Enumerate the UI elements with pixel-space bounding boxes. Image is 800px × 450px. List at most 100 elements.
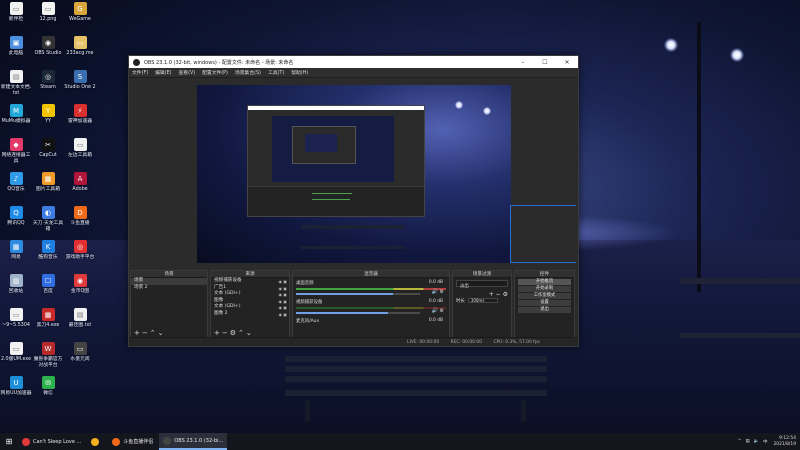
source-item[interactable]: 图像 2 ◉ ▣ [211,311,289,318]
desktop-icon[interactable]: ◉ 金币Q图 [64,274,96,295]
desktop-icon[interactable]: M MuMu模拟器 [0,104,32,125]
eye-lock-icon[interactable]: ◉ ▣ [278,312,287,319]
menu-scene-collection[interactable]: 场景集合(S) [235,69,261,76]
tray-expand-icon[interactable]: ^ [738,439,742,444]
add-icon[interactable]: + [214,329,222,337]
desktop-icon[interactable]: ✂ CapCut [32,138,64,159]
up-icon[interactable]: ⌃ [238,329,246,337]
volume-slider[interactable] [296,312,420,314]
menu-file[interactable]: 文件(F) [132,69,148,76]
obs-window[interactable]: OBS 23.1.0 (32-bit, windows) - 配置文件: 未命名… [128,55,579,347]
desktop-icon[interactable]: ▣ 此电脑 [0,36,32,57]
scene-item[interactable]: 场景 2 [131,285,207,292]
obs-preview-canvas[interactable] [197,85,511,263]
desktop-icon[interactable]: ▦ 网易 [0,240,32,261]
desktop-icon[interactable]: ◉ OBS Studio [32,36,64,57]
desktop-icon[interactable]: S Studio One 2 [64,70,96,91]
down-icon[interactable]: ⌄ [158,329,166,337]
menu-profile[interactable]: 配置文件(P) [202,69,228,76]
desktop-icon[interactable]: ◎ 游戏助手平台 [64,240,96,261]
desktop-icon[interactable]: U 网易UU加速器 [0,376,32,397]
desktop-icon[interactable]: ▤ 最佳图.txt [64,308,96,329]
volume-icon[interactable]: 🔈 [754,439,759,444]
status-bar: LIVE: 00:00:00 REC: 00:00:00 CPU: 0.3%, … [129,337,578,346]
app-icon: ♪ [9,172,23,185]
taskbar-app[interactable] [87,433,106,450]
menu-tools[interactable]: 工具(T) [268,69,284,76]
menu-view[interactable]: 查看(V) [178,69,195,76]
settings-button[interactable]: 设置 [518,300,571,306]
speaker-icon[interactable]: 🔊 [432,308,438,314]
desktop-icon[interactable]: W 魔兽争霸官方对战平台 [32,342,64,369]
desktop-icon[interactable]: ◎ Steam [32,70,64,91]
windows-start-icon[interactable]: ⊞ [0,437,18,446]
exit-button[interactable]: 退出 [518,307,571,313]
taskbar-app[interactable]: Can't Sleep Love ... [18,433,85,450]
studio-mode-button[interactable]: 工作室模式 [518,293,571,299]
gear-icon[interactable]: ⚙ [230,329,238,337]
channel-db: 0.0 dB [428,318,443,323]
obs-taskbar-icon [163,436,172,445]
app-icon: ▭ [9,2,23,15]
gear-icon[interactable]: ⚙ [440,308,444,314]
desktop-icon[interactable]: Q 腾讯QQ [0,206,32,227]
taskbar-app[interactable]: OBS 23.1.0 (32-bi... [159,433,228,450]
maximize-icon[interactable]: ☐ [534,59,556,66]
desktop-icon[interactable]: ◐ 天刀·天龙工具箱 [32,206,64,233]
ime-icon[interactable]: 中 [763,439,767,445]
desktop-icon[interactable]: ☐ 百度 [32,274,64,295]
source-bounding-box[interactable] [510,205,576,263]
desktop-icon[interactable]: ✉ 微信 [32,376,64,397]
app-icon: ◎ [41,70,55,83]
add-icon[interactable]: + [134,329,142,337]
source-label: 文本 (GDI+) [214,291,241,296]
desktop-icon[interactable]: ▭ ~9~5.5304 [0,308,32,329]
desktop-icon[interactable]: ▦ 图片工具箱 [32,172,64,193]
app-icon: ▦ [9,240,23,253]
desktop-icon[interactable]: ▤ 新建文本文档.txt [0,70,32,97]
desktop-icon[interactable]: D 斗鱼直播 [64,206,96,227]
network-icon[interactable]: ▤ [745,439,749,444]
desktop-icon[interactable]: ♪ QQ音乐 [0,172,32,193]
start-recording-button[interactable]: 开始录制 [518,286,571,292]
controls-dock: 控件 开始推流 开始录制 工作室模式 设置 退出 [514,270,575,338]
desktop-icon[interactable]: Y YY [32,104,64,125]
remove-icon[interactable]: − [222,329,230,337]
remove-icon[interactable]: − [142,329,150,337]
obs-titlebar[interactable]: OBS 23.1.0 (32-bit, windows) - 配置文件: 未命名… [129,56,578,68]
desktop-icon[interactable]: K 酷狗音乐 [32,240,64,261]
menu-edit[interactable]: 编辑(E) [155,69,171,76]
desktop-icon-label: 此电脑 [8,51,24,56]
desktop-icon[interactable]: ▦ 黑刀4.exe [32,308,64,329]
volume-slider[interactable] [296,293,420,295]
scenes-dock-title: 场景 [131,271,207,278]
desktop-icon[interactable]: ▭ 水墨元阅 [64,342,96,363]
desktop-icon[interactable]: ⚡ 雷神加速器 [64,104,96,125]
desktop-icon[interactable]: ◆ 网络连接器工具 [0,138,32,165]
menu-help[interactable]: 帮助(H) [291,69,308,76]
desktop-icon[interactable]: G WeGame [64,2,96,23]
transition-select[interactable]: 淡出 [456,280,508,289]
up-icon[interactable]: ⌃ [150,329,158,337]
start-streaming-button[interactable]: 开始推流 [518,279,571,285]
desktop-icon[interactable]: A Adobe [64,172,96,193]
desktop-icon[interactable]: ▭ 2.0版UM.exe [0,342,32,363]
close-icon[interactable]: ✕ [556,59,578,66]
clock[interactable]: 9:12:54 2021/8/19 [773,436,796,447]
desktop-icon[interactable]: ▭ 新伴检 [0,2,32,23]
down-icon[interactable]: ⌄ [246,329,254,337]
desktop-icon[interactable]: ▭ 左边工具箱 [64,138,96,159]
gear-icon[interactable]: ⚙ [440,289,444,295]
minimize-icon[interactable]: – [512,59,534,66]
desktop-icon[interactable]: ▭ 12.png [32,2,64,23]
taskbar-app[interactable]: 斗鱼直播伴侣 [108,433,157,450]
scene-transitions-dock: 场景过渡 淡出 + − ⚙ 时长 300ms [452,270,512,338]
gear-icon[interactable]: ⚙ [503,291,508,298]
duration-input[interactable]: 300ms [467,298,498,303]
add-icon[interactable]: + [489,291,494,298]
source-label: 文本 (GDI+) [214,304,241,309]
remove-icon[interactable]: − [496,291,501,298]
speaker-icon[interactable]: 🔊 [432,289,438,295]
desktop-icon[interactable]: ▥ 回收站 [0,274,32,295]
desktop-icon[interactable]: ▭ 233acg.me [64,36,96,57]
